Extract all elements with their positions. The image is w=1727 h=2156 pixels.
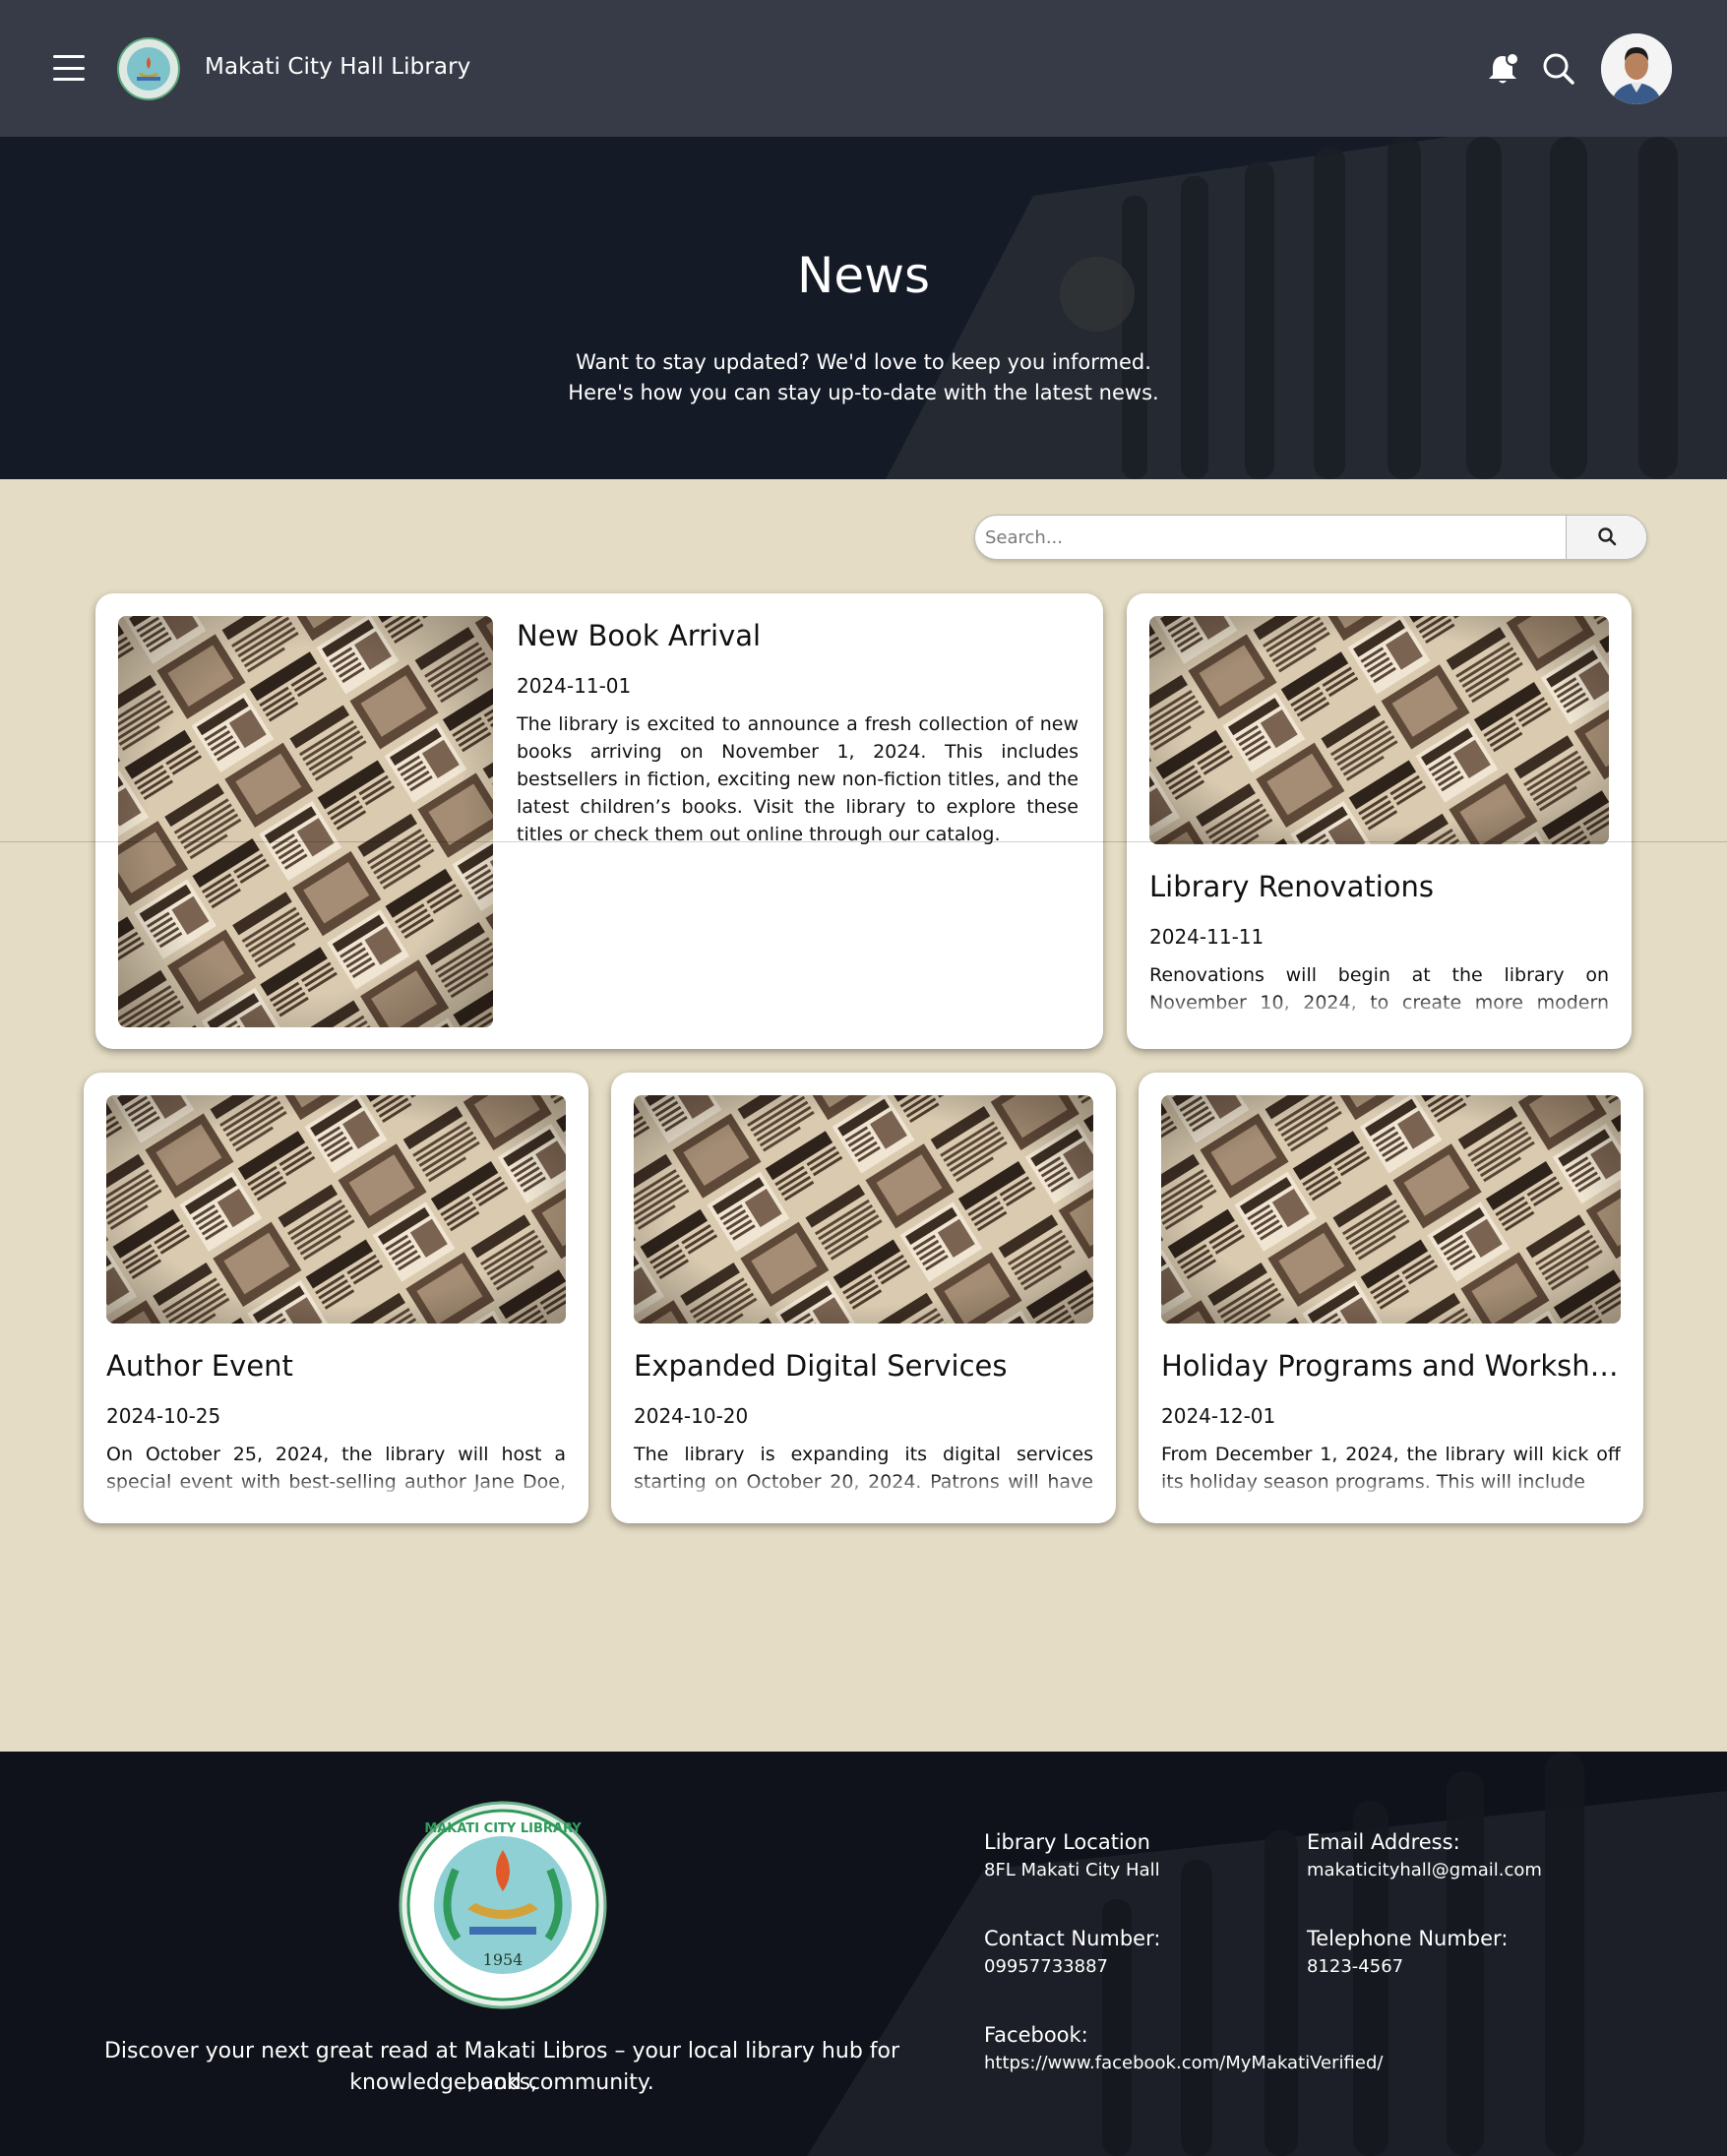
- divider-line: [0, 841, 1727, 842]
- news-thumbnail: [118, 616, 493, 1027]
- location-value: 8FL Makati City Hall: [984, 1860, 1160, 1880]
- facebook-label: Facebook:: [984, 2023, 1088, 2047]
- news-card-holiday-programs[interactable]: Holiday Programs and Worksho... 2024-12-…: [1139, 1073, 1643, 1523]
- news-thumbnail: [106, 1095, 566, 1324]
- menu-icon[interactable]: [53, 55, 85, 81]
- footer-tagline-line-2: knowledge, and community.: [349, 2070, 654, 2095]
- app-title[interactable]: Makati City Hall Library: [205, 54, 470, 80]
- news-title[interactable]: Holiday Programs and Worksho...: [1161, 1349, 1621, 1383]
- footer-seal-year: 1954: [483, 1950, 524, 1969]
- user-avatar[interactable]: [1601, 33, 1672, 104]
- top-navigation-bar: Makati City Hall Library: [0, 0, 1727, 137]
- footer: 1954 MAKATI CITY LIBRARY Discover your n…: [0, 1752, 1727, 2156]
- news-body: From December 1, 2024, the library will …: [1161, 1441, 1621, 1496]
- news-title[interactable]: Library Renovations: [1149, 870, 1609, 903]
- news-search-button[interactable]: [1566, 516, 1646, 559]
- news-card-new-book-arrival[interactable]: New Book Arrival 2024-11-01 The library …: [95, 593, 1103, 1049]
- hero-subtitle-line-2: Here's how you can stay up-to-date with …: [568, 381, 1159, 404]
- hero-background-image: [0, 137, 1727, 479]
- telephone-label: Telephone Number:: [1307, 1927, 1509, 1950]
- news-body: The library is expanding its digital ser…: [634, 1441, 1093, 1496]
- news-title[interactable]: Author Event: [106, 1349, 566, 1383]
- news-body: The library is excited to announce a fre…: [517, 713, 1079, 845]
- footer-seal-text: MAKATI CITY LIBRARY: [424, 1821, 582, 1836]
- page-title: News: [796, 247, 931, 304]
- notification-bell-icon[interactable]: [1486, 51, 1519, 87]
- news-search-bar: [974, 515, 1647, 560]
- news-card-expanded-digital-services[interactable]: Expanded Digital Services 2024-10-20 The…: [611, 1073, 1116, 1523]
- news-date: 2024-11-11: [1149, 925, 1264, 949]
- email-value[interactable]: makaticityhall@gmail.com: [1307, 1860, 1542, 1880]
- news-date: 2024-10-25: [106, 1404, 221, 1428]
- contact-label: Contact Number:: [984, 1927, 1161, 1950]
- news-title[interactable]: New Book Arrival: [517, 619, 1087, 652]
- hero-subtitle-line-1: Want to stay updated? We'd love to keep …: [576, 350, 1151, 374]
- news-thumbnail: [1149, 616, 1609, 844]
- news-card-library-renovations[interactable]: Library Renovations 2024-11-11 Renovatio…: [1127, 593, 1632, 1049]
- search-icon[interactable]: [1541, 51, 1576, 87]
- library-logo[interactable]: [117, 37, 180, 100]
- news-thumbnail: [1161, 1095, 1621, 1324]
- facebook-link[interactable]: https://www.facebook.com/MyMakatiVerifie…: [984, 2053, 1383, 2073]
- footer-library-seal: 1954 MAKATI CITY LIBRARY: [399, 1801, 607, 2009]
- news-search-input[interactable]: [975, 516, 1566, 559]
- news-body: On October 25, 2024, the library will ho…: [106, 1441, 566, 1496]
- news-card-author-event[interactable]: Author Event 2024-10-25 On October 25, 2…: [84, 1073, 588, 1523]
- news-thumbnail: [634, 1095, 1093, 1324]
- news-title[interactable]: Expanded Digital Services: [634, 1349, 1093, 1383]
- search-icon: [1597, 526, 1617, 549]
- contact-value: 09957733887: [984, 1956, 1108, 1977]
- telephone-value: 8123-4567: [1307, 1956, 1404, 1977]
- news-date: 2024-12-01: [1161, 1404, 1276, 1428]
- email-label: Email Address:: [1307, 1830, 1460, 1854]
- hero-banner: News Want to stay updated? We'd love to …: [0, 137, 1727, 479]
- news-date: 2024-10-20: [634, 1404, 749, 1428]
- location-label: Library Location: [984, 1830, 1150, 1854]
- news-body: Renovations will begin at the library on…: [1149, 961, 1609, 1016]
- news-date: 2024-11-01: [517, 674, 632, 698]
